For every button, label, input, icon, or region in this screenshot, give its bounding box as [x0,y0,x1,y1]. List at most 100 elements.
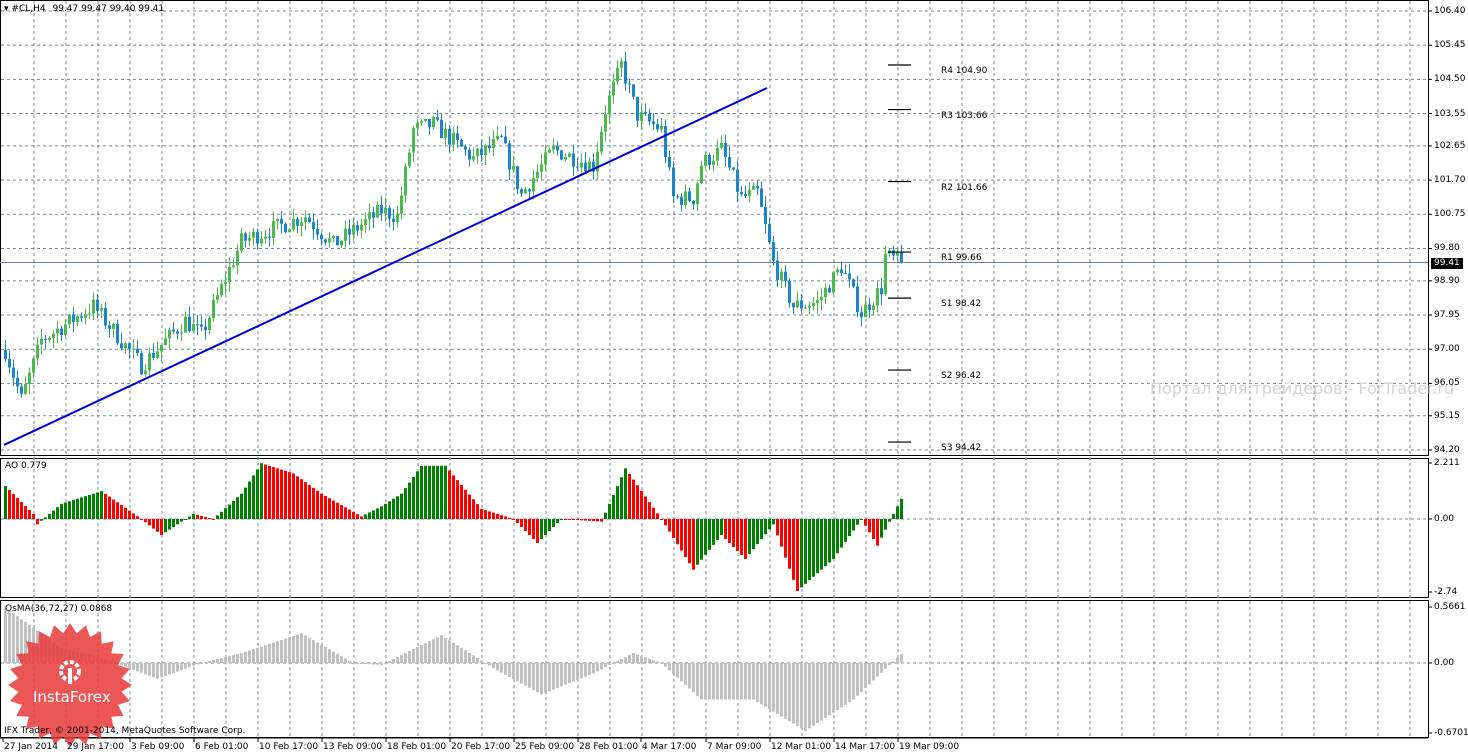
candle-bull [232,265,235,267]
candle-bear [188,316,191,332]
ao-histogram-bar [860,519,863,520]
osma-histogram-bar [124,663,127,667]
candle-bear [724,142,727,158]
ao-histogram-bar [196,514,199,519]
osma-histogram-bar [580,663,583,679]
candle-bull [216,295,219,300]
candle-bull [220,283,223,296]
ao-histogram-bar [124,507,127,519]
osma-histogram-bar [264,645,267,663]
candle-bear [348,228,351,235]
osma-histogram-bar [252,649,255,663]
ao-histogram-bar [872,519,875,539]
ao-histogram-bar [188,516,191,519]
candle-bull [264,236,267,239]
osma-histogram-bar [692,663,695,693]
ao-histogram-bar [472,499,475,519]
ao-histogram-bar [588,519,591,521]
osma-histogram-bar [148,663,151,676]
osma-histogram-bar [884,663,887,669]
ao-histogram-bar [804,519,807,584]
osma-histogram-bar [8,610,11,663]
candle-bull [876,288,879,306]
ao-histogram-bar [892,513,895,519]
ao-histogram-bar [180,519,183,522]
ao-histogram-bar [92,493,95,519]
candle-bull [68,314,71,325]
ao-histogram-bar [304,482,307,519]
ao-histogram-bar [264,464,267,519]
ao-histogram-bar [324,495,327,519]
ao-histogram-bar [736,519,739,551]
osma-histogram-bar [804,663,807,731]
osma-histogram-bar [244,651,247,663]
ao-histogram-bar [12,494,15,519]
osma-histogram-bar [368,663,371,665]
price-axis-label: 106.40 [1434,6,1466,16]
candle-bull [112,323,115,329]
osma-histogram-bar [852,663,855,700]
osma-histogram-bar [528,663,531,688]
ao-histogram-bar [224,508,227,519]
ao-histogram-bar [812,519,815,577]
candle-bear [800,300,803,309]
ao-histogram-bar [848,519,851,537]
ao-histogram-bar [8,490,11,519]
ao-histogram-bar [628,473,631,519]
ao-histogram-bar [276,468,279,519]
candle-bear [672,167,675,197]
chart-canvas[interactable] [0,0,1468,756]
candle-bull [704,154,707,166]
candle-bull [836,269,839,273]
ao-histogram-bar [636,485,639,519]
ao-histogram-bar [452,475,455,519]
osma-histogram-bar [192,663,195,666]
pivot-label-s1: S1 98.42 [941,299,981,309]
ao-histogram-bar [840,519,843,548]
pivot-label-r1: R1 99.66 [941,253,982,263]
osma-histogram-bar [480,660,483,663]
candle-bear [16,377,19,387]
candle-bear [244,233,247,241]
osma-histogram-bar [632,653,635,663]
candle-bull [160,345,163,352]
current-price-tag: 99.41 [1431,257,1463,269]
ao-histogram-bar [284,470,287,519]
osma-histogram-bar [216,659,219,663]
candle-bull [620,61,623,68]
candle-bear [668,156,671,168]
osma-histogram-bar [412,649,415,663]
candle-bear [380,204,383,214]
ao-histogram-bar [712,519,715,545]
ao-histogram-bar [320,493,323,519]
ao-histogram-bar [392,498,395,519]
osma-histogram-bar [872,663,875,681]
candle-bull [192,324,195,332]
osma-histogram-bar [316,642,319,663]
osma-histogram-bar [440,635,443,663]
candle-bull [604,114,607,132]
candle-bear [664,126,667,157]
candle-bull [872,305,875,311]
ao-histogram-bar [372,510,375,519]
pivot-label-s3: S3 94.42 [941,443,981,453]
price-axis-label: 96.05 [1434,378,1460,389]
ao-histogram-bar [620,477,623,519]
ao-histogram-bar [720,519,723,535]
candle-bear [152,352,155,358]
candle-bull [712,160,715,165]
osma-histogram-bar [800,663,803,729]
ao-histogram-bar [748,519,751,555]
ao-histogram-bar [132,513,135,519]
dropdown-triangle-icon[interactable]: ▾ [4,4,9,14]
ao-histogram-bar [560,519,563,520]
logo-stem [68,668,72,684]
candle-bull [396,213,399,222]
candle-bear [468,149,471,160]
ao-histogram-bar [544,519,547,535]
osma-histogram-bar [268,643,271,663]
candle-bear [104,308,107,326]
candle-bull [240,233,243,251]
candle-bull [376,204,379,218]
osma-histogram-bar [164,663,167,676]
